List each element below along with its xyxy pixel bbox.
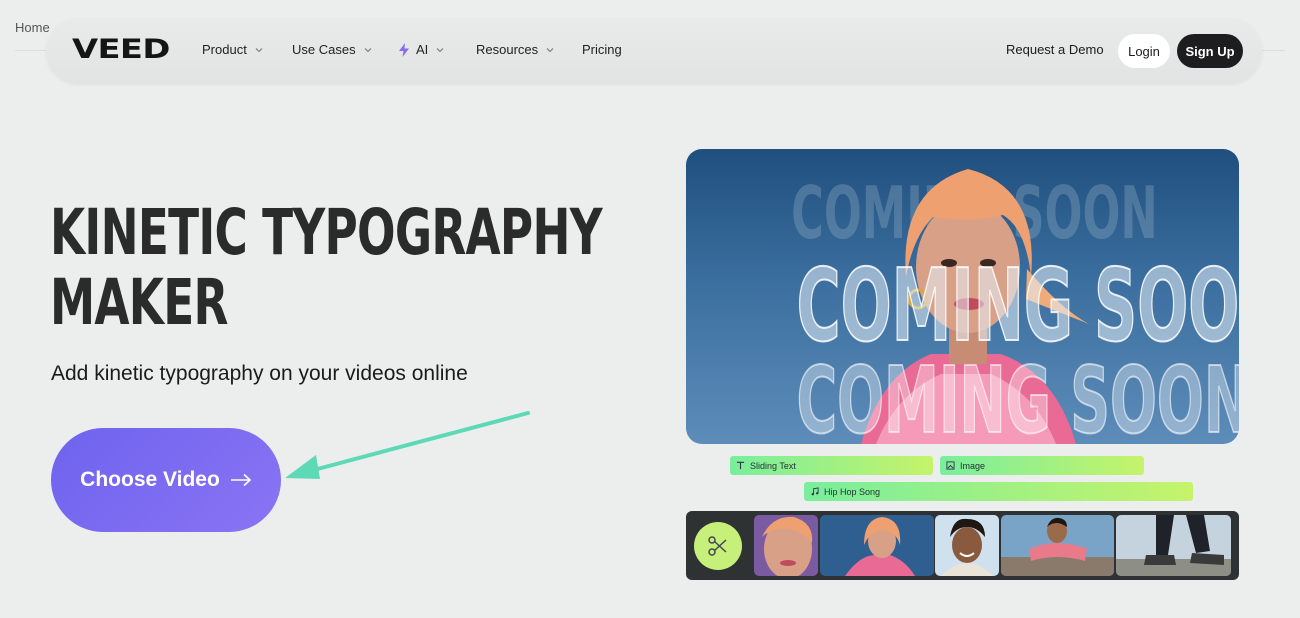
hero-title: KINETIC TYPOGRAPHY MAKER <box>50 196 603 339</box>
hero-title-line-1: KINETIC TYPOGRAPHY <box>50 196 603 269</box>
chevron-down-icon <box>546 47 554 52</box>
image-icon <box>946 461 955 470</box>
split-button[interactable] <box>694 522 742 570</box>
hero-subtitle: Add kinetic typography on your videos on… <box>51 362 468 385</box>
chevron-down-icon <box>436 47 444 52</box>
nav-item-label: Pricing <box>582 42 622 57</box>
arrow-right-icon <box>230 473 251 487</box>
chevron-down-icon <box>364 47 372 52</box>
signup-button[interactable]: Sign Up <box>1177 34 1243 68</box>
annotation-arrow <box>285 411 530 479</box>
video-preview: COMING SOON COMING SOON COMING SOON <box>686 149 1239 444</box>
nav-item-label: Use Cases <box>292 42 356 57</box>
timeline-track-hip-hop-song[interactable]: Hip Hop Song <box>804 482 1193 501</box>
hero-title-line-2: MAKER <box>50 266 228 339</box>
music-icon <box>811 487 819 496</box>
top-navbar: VEED Product Use Cases AI Resources Pric… <box>46 18 1262 84</box>
chevron-down-icon <box>255 47 263 52</box>
track-label: Hip Hop Song <box>824 486 881 497</box>
nav-item-use-cases[interactable]: Use Cases <box>292 42 374 57</box>
text-icon <box>736 461 745 470</box>
request-demo-link[interactable]: Request a Demo <box>1006 42 1104 57</box>
nav-item-product[interactable]: Product <box>202 42 265 57</box>
nav-item-label: Resources <box>476 42 539 57</box>
clip-thumbnail[interactable] <box>1001 515 1114 576</box>
choose-video-button[interactable]: Choose Video <box>51 428 281 532</box>
nav-item-label: Product <box>202 42 247 57</box>
nav-item-resources[interactable]: Resources <box>476 42 556 57</box>
clip-thumbnail[interactable] <box>935 515 999 576</box>
clip-thumbnail[interactable] <box>820 515 934 576</box>
timeline-filmstrip <box>686 511 1239 580</box>
nav-item-label: AI <box>416 42 429 57</box>
track-label: Sliding Text <box>750 460 796 471</box>
bolt-icon <box>399 42 409 57</box>
overlay-text: COMING SOON <box>796 346 1239 444</box>
clip-thumbnail[interactable] <box>754 515 818 576</box>
veed-logo[interactable]: VEED <box>72 34 170 65</box>
login-button[interactable]: Login <box>1118 34 1170 68</box>
choose-video-label: Choose Video <box>80 468 220 491</box>
clip-thumbnail[interactable] <box>1116 515 1231 576</box>
nav-item-ai[interactable]: AI <box>398 42 446 57</box>
scissors-icon <box>708 536 727 556</box>
nav-item-pricing[interactable]: Pricing <box>582 42 622 57</box>
track-label: Image <box>960 460 986 471</box>
timeline-track-sliding-text[interactable]: Sliding Text <box>730 456 933 475</box>
breadcrumb-home-link[interactable]: Home <box>15 20 50 35</box>
timeline-track-image[interactable]: Image <box>940 456 1144 475</box>
